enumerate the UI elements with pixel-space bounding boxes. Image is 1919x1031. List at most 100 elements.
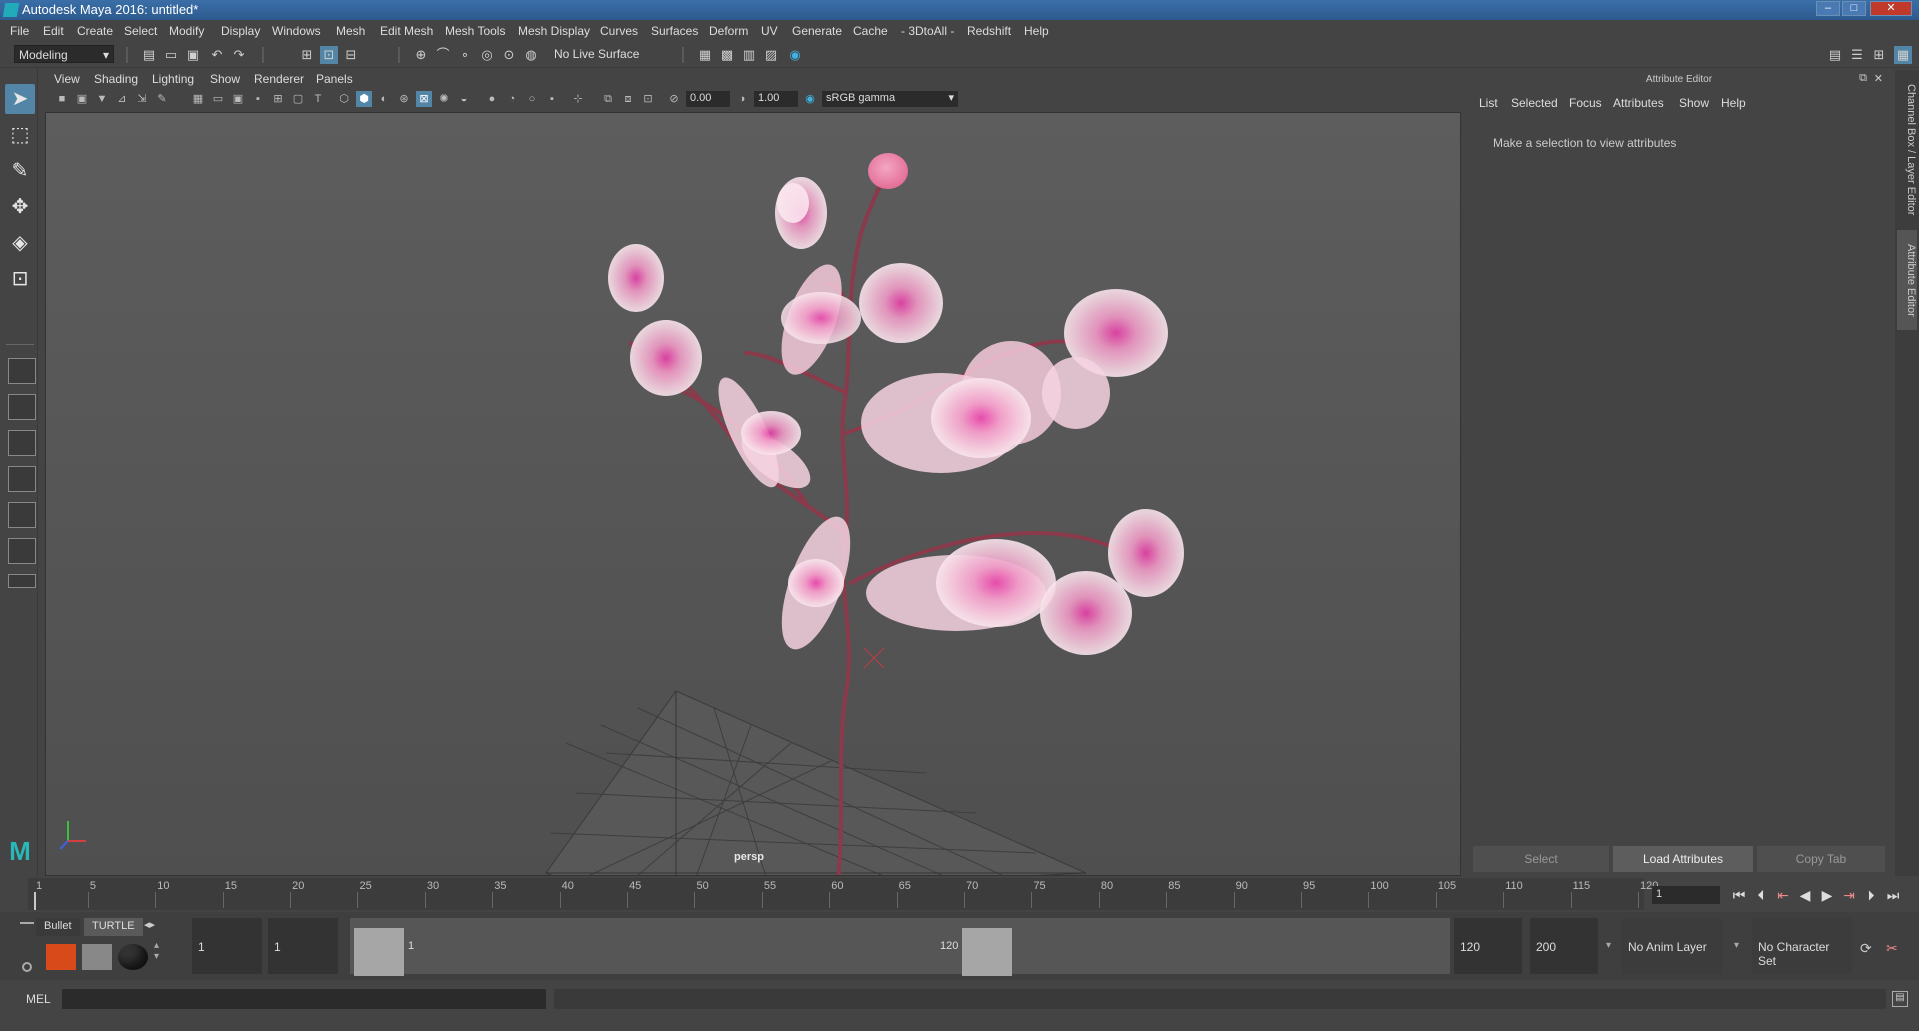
exposure-icon[interactable]: ⊘ bbox=[666, 91, 682, 107]
vp-menu-renderer[interactable]: Renderer bbox=[254, 72, 304, 86]
gamma-field[interactable]: 1.00 bbox=[754, 91, 798, 107]
gate-mask-icon[interactable]: ▪ bbox=[250, 91, 266, 107]
safe-title-icon[interactable]: T bbox=[310, 91, 326, 107]
shelf-tab-bullet[interactable]: Bullet bbox=[36, 918, 80, 936]
wireframe-on-shaded-icon[interactable]: ⊛ bbox=[396, 91, 412, 107]
dope-sheet-layout-icon[interactable] bbox=[8, 502, 36, 528]
xray-joints-icon[interactable]: ⊡ bbox=[640, 91, 656, 107]
shelf-tab-turtle[interactable]: TURTLE bbox=[84, 918, 143, 936]
wireframe-icon[interactable]: ⬡ bbox=[336, 91, 352, 107]
render-settings-icon[interactable]: ▦ bbox=[696, 46, 714, 64]
depth-of-field-icon[interactable]: ▪ bbox=[544, 91, 560, 107]
attr-menu-help[interactable]: Help bbox=[1721, 96, 1746, 110]
select-object-icon[interactable]: ⊡ bbox=[320, 46, 338, 64]
film-gate-icon[interactable]: ▭ bbox=[210, 91, 226, 107]
animation-preferences-icon[interactable]: ✂ bbox=[1886, 940, 1898, 957]
motion-blur-icon[interactable]: ◔ bbox=[504, 91, 520, 107]
step-back-frame-icon[interactable]: ⏴ bbox=[1752, 886, 1770, 904]
vp-menu-show[interactable]: Show bbox=[210, 72, 240, 86]
use-all-lights-icon[interactable]: ✺ bbox=[436, 91, 452, 107]
ipr-render-icon[interactable]: ▥ bbox=[740, 46, 758, 64]
current-frame-marker[interactable] bbox=[34, 892, 36, 910]
step-back-key-icon[interactable]: ⇤ bbox=[1774, 886, 1792, 904]
save-scene-icon[interactable]: ▣ bbox=[184, 46, 202, 64]
move-tool-icon[interactable]: ✥ bbox=[5, 192, 35, 222]
menu-mesh-tools[interactable]: Mesh Tools bbox=[445, 24, 505, 38]
menu-mesh-display[interactable]: Mesh Display bbox=[518, 24, 590, 38]
turtle-render-icon[interactable] bbox=[46, 944, 76, 970]
range-bar[interactable]: 1 120 bbox=[350, 918, 1450, 976]
mel-command-input[interactable] bbox=[62, 989, 546, 1009]
tab-channel-box[interactable]: Channel Box / Layer Editor bbox=[1897, 80, 1917, 220]
modeling-toolkit-icon[interactable]: ▤ bbox=[1826, 46, 1844, 64]
paint-select-tool-icon[interactable]: ✎ bbox=[5, 156, 35, 186]
menu-modify[interactable]: Modify bbox=[169, 24, 204, 38]
mel-label[interactable]: MEL bbox=[26, 992, 51, 1006]
attr-menu-show[interactable]: Show bbox=[1679, 96, 1709, 110]
hypershade-layout-icon[interactable] bbox=[8, 538, 36, 564]
menu-windows[interactable]: Windows bbox=[272, 24, 321, 38]
script-editor-icon[interactable]: ▤ bbox=[1892, 991, 1908, 1007]
go-to-start-icon[interactable]: ⏮ bbox=[1730, 886, 1748, 904]
close-panel-icon[interactable]: ✕ bbox=[1874, 72, 1883, 85]
outliner-persp-layout-icon[interactable] bbox=[8, 430, 36, 456]
menu-uv[interactable]: UV bbox=[761, 24, 778, 38]
snap-curve-icon[interactable]: ⌒ bbox=[434, 46, 452, 64]
range-end-handle[interactable] bbox=[962, 928, 1012, 976]
live-surface-field[interactable]: No Live Surface bbox=[550, 45, 646, 63]
menu-surfaces[interactable]: Surfaces bbox=[651, 24, 698, 38]
new-scene-icon[interactable]: ▤ bbox=[140, 46, 158, 64]
field-chart-icon[interactable]: ⊞ bbox=[270, 91, 286, 107]
menu-cache[interactable]: Cache bbox=[853, 24, 888, 38]
attribute-editor-toggle-icon[interactable]: ☰ bbox=[1848, 46, 1866, 64]
live-surface-icon[interactable]: ◍ bbox=[522, 46, 540, 64]
bookmark-icon[interactable]: ▼ bbox=[94, 91, 110, 107]
go-to-end-icon[interactable]: ⏭ bbox=[1884, 886, 1902, 904]
vp-menu-panels[interactable]: Panels bbox=[316, 72, 353, 86]
vp-menu-lighting[interactable]: Lighting bbox=[152, 72, 194, 86]
close-button[interactable]: ✕ bbox=[1870, 1, 1912, 16]
vp-menu-view[interactable]: View bbox=[54, 72, 80, 86]
render-view-icon[interactable]: ▨ bbox=[762, 46, 780, 64]
menu-3dtoall[interactable]: - 3DtoAll - bbox=[901, 24, 954, 38]
menu-mesh[interactable]: Mesh bbox=[336, 24, 365, 38]
maximize-button[interactable]: □ bbox=[1842, 1, 1866, 16]
rotate-tool-icon[interactable]: ◈ bbox=[5, 228, 35, 258]
isolate-select-icon[interactable]: ⊹ bbox=[570, 91, 586, 107]
step-forward-key-icon[interactable]: ⇥ bbox=[1840, 886, 1858, 904]
end-frame-field[interactable]: 120 bbox=[1454, 918, 1522, 974]
menu-select[interactable]: Select bbox=[124, 24, 157, 38]
copy-tab-button[interactable]: Copy Tab bbox=[1757, 846, 1885, 872]
attr-menu-selected[interactable]: Selected bbox=[1511, 96, 1558, 110]
viewport-canvas[interactable]: persp bbox=[45, 112, 1461, 876]
grease-pencil-icon[interactable]: ✎ bbox=[154, 91, 170, 107]
gamma-icon[interactable]: ◑ bbox=[734, 91, 750, 107]
shelf-scroll-icon[interactable]: ◂▸ bbox=[144, 918, 155, 931]
image-plane-icon[interactable]: ⊿ bbox=[114, 91, 130, 107]
channel-box-toggle-icon[interactable]: ▦ bbox=[1894, 46, 1912, 64]
anim-start-field[interactable]: 1 bbox=[268, 918, 338, 974]
play-forwards-icon[interactable]: ▶ bbox=[1818, 886, 1836, 904]
select-tool-icon[interactable]: ➤ bbox=[5, 84, 35, 114]
attr-menu-list[interactable]: List bbox=[1479, 96, 1498, 110]
safe-action-icon[interactable]: ▢ bbox=[290, 91, 306, 107]
select-component-icon[interactable]: ⊟ bbox=[342, 46, 360, 64]
screen-space-ao-icon[interactable]: ● bbox=[484, 91, 500, 107]
shelf-up-down-icon[interactable]: ▴ ▾ bbox=[154, 940, 159, 962]
anim-end-field[interactable]: 200 bbox=[1530, 918, 1598, 974]
turtle-shader-icon[interactable] bbox=[118, 944, 148, 970]
custom-layout-icon[interactable] bbox=[8, 574, 36, 588]
snap-grid-icon[interactable]: ⊕ bbox=[412, 46, 430, 64]
menu-generate[interactable]: Generate bbox=[792, 24, 842, 38]
shelf-menu-icon[interactable] bbox=[20, 922, 34, 924]
camera-attributes-icon[interactable]: ▣ bbox=[74, 91, 90, 107]
shelf-settings-icon[interactable] bbox=[22, 962, 32, 972]
float-panel-icon[interactable]: ⧉ bbox=[1859, 72, 1867, 85]
scale-tool-icon[interactable]: ⊡ bbox=[5, 264, 35, 294]
menu-edit[interactable]: Edit bbox=[43, 24, 64, 38]
menu-curves[interactable]: Curves bbox=[600, 24, 638, 38]
play-backwards-icon[interactable]: ◀ bbox=[1796, 886, 1814, 904]
textured-icon[interactable]: ⊠ bbox=[416, 91, 432, 107]
character-set-dropdown[interactable]: No Character Set bbox=[1752, 918, 1852, 974]
menu-deform[interactable]: Deform bbox=[709, 24, 748, 38]
